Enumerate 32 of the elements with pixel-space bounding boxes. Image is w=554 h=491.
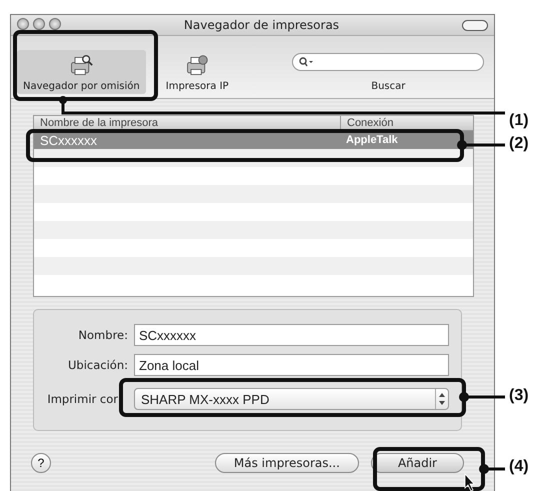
input-field[interactable]: Zona local <box>134 354 449 376</box>
search-label: Buscar <box>371 81 406 92</box>
field-label: Imprimir cor <box>46 392 119 406</box>
callout-label: (3) <box>509 387 529 405</box>
callout-label: (1) <box>509 112 529 130</box>
leader-line <box>457 140 505 150</box>
callout-label: (4) <box>509 458 529 476</box>
window-title: Navegador de impresoras <box>182 18 340 32</box>
leader-line <box>479 464 505 474</box>
window-control[interactable] <box>49 18 61 30</box>
field-label: Nombre: <box>77 328 129 342</box>
stepper-arrows-icon <box>435 389 448 409</box>
window-control[interactable] <box>33 18 45 30</box>
dialog-button[interactable]: Añadir <box>370 453 464 473</box>
window-control[interactable] <box>17 18 29 30</box>
callout-label: (2) <box>509 135 529 153</box>
input-field[interactable]: SCxxxxxx <box>134 324 449 346</box>
search-icon <box>299 57 314 67</box>
search-field[interactable] <box>292 53 484 71</box>
leader-line <box>459 392 505 402</box>
column-header[interactable]: Nombre de la impresora <box>34 116 341 130</box>
table-cell-text: SCxxxxxx <box>39 132 98 148</box>
table-cell-text: AppleTalk <box>345 134 398 146</box>
help-button[interactable]: ? <box>31 453 51 473</box>
dialog-button[interactable]: Más impresoras... <box>214 453 359 473</box>
mouse-pointer-icon <box>464 472 475 491</box>
toolbar-button[interactable]: Impresora IP <box>160 50 235 94</box>
field-label: Ubicación: <box>67 358 129 372</box>
toolbar-toggle-button[interactable] <box>462 20 488 30</box>
toolbar-button[interactable]: Navegador por omisión <box>17 50 146 94</box>
driver-dropdown[interactable]: SHARP MX-xxxx PPD <box>134 388 449 410</box>
column-header[interactable]: Conexión <box>341 116 394 130</box>
